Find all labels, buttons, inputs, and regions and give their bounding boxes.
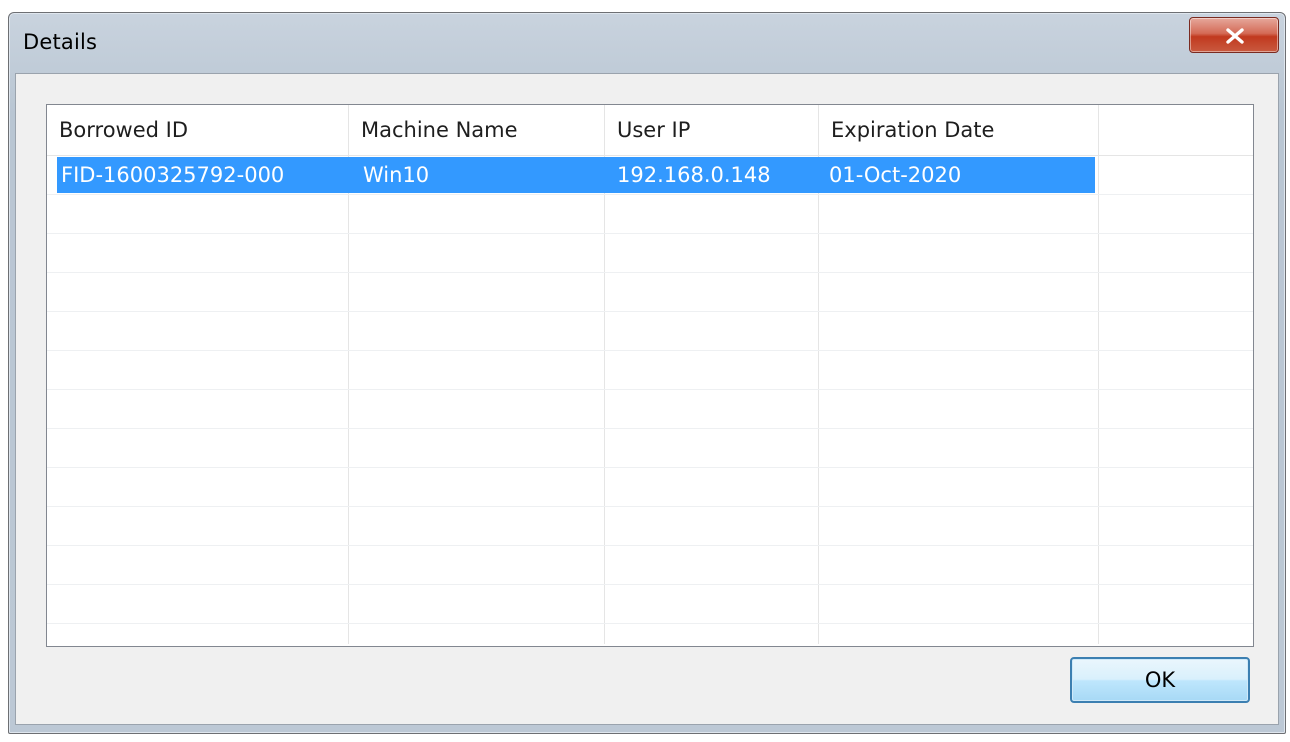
table-row bbox=[47, 273, 1253, 312]
table-row bbox=[47, 546, 1253, 585]
table-row-selected[interactable]: FID-1600325792-000 Win10 192.168.0.148 0… bbox=[47, 156, 1253, 195]
column-header-expiration-date[interactable]: Expiration Date bbox=[819, 105, 1099, 155]
table-row bbox=[47, 351, 1253, 390]
dialog-client-area: Borrowed ID Machine Name User IP Expirat… bbox=[15, 73, 1279, 725]
table-row bbox=[47, 390, 1253, 429]
list-header: Borrowed ID Machine Name User IP Expirat… bbox=[47, 105, 1253, 156]
cell-expiration-date: 01-Oct-2020 bbox=[829, 163, 962, 187]
table-row bbox=[47, 585, 1253, 624]
table-row bbox=[47, 195, 1253, 234]
title-bar[interactable]: Details bbox=[9, 13, 1285, 73]
dialog-title: Details bbox=[23, 30, 98, 54]
close-icon bbox=[1226, 28, 1244, 44]
column-header-filler bbox=[1099, 105, 1253, 155]
cell-machine-name: Win10 bbox=[363, 163, 430, 187]
table-row bbox=[47, 429, 1253, 468]
table-row bbox=[47, 234, 1253, 273]
column-header-borrowed-id[interactable]: Borrowed ID bbox=[47, 105, 349, 155]
column-header-machine-name[interactable]: Machine Name bbox=[349, 105, 605, 155]
table-row bbox=[47, 468, 1253, 507]
list-rows: FID-1600325792-000 Win10 192.168.0.148 0… bbox=[47, 156, 1253, 644]
borrowed-list[interactable]: Borrowed ID Machine Name User IP Expirat… bbox=[46, 104, 1254, 647]
ok-button[interactable]: OK bbox=[1070, 657, 1250, 703]
cell-borrowed-id: FID-1600325792-000 bbox=[61, 163, 285, 187]
close-button[interactable] bbox=[1189, 17, 1279, 53]
table-row bbox=[47, 507, 1253, 546]
table-row bbox=[47, 312, 1253, 351]
cell-user-ip: 192.168.0.148 bbox=[617, 163, 771, 187]
details-dialog: Details Borrowed ID Machine Name User IP… bbox=[8, 12, 1286, 734]
column-header-user-ip[interactable]: User IP bbox=[605, 105, 819, 155]
